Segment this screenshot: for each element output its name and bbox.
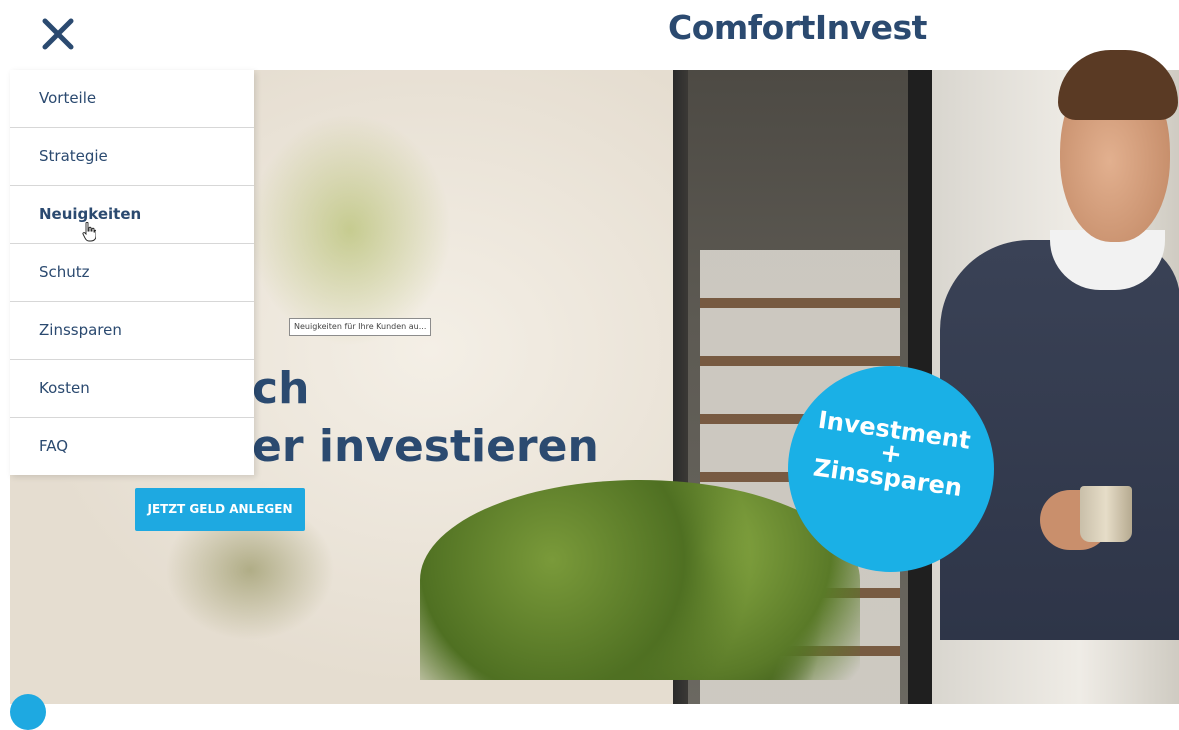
close-icon — [42, 18, 74, 50]
brand-logo[interactable]: ComfortInvest — [668, 8, 927, 47]
nav-item-kosten[interactable]: Kosten — [10, 360, 254, 418]
nav-item-zinssparen[interactable]: Zinssparen — [10, 302, 254, 360]
coffee-mug — [1080, 486, 1132, 542]
badge-text: Investment + Zinssparen — [784, 402, 999, 506]
hero-plant — [420, 480, 860, 680]
close-menu-button[interactable] — [40, 16, 76, 52]
nav-tooltip: Neuigkeiten für Ihre Kunden au... — [289, 318, 432, 336]
nav-dropdown-menu: Vorteile Strategie Neuigkeiten Schutz Zi… — [10, 70, 254, 475]
nav-item-schutz[interactable]: Schutz — [10, 244, 254, 302]
nav-item-faq[interactable]: FAQ — [10, 418, 254, 475]
investment-badge: Investment + Zinssparen — [788, 366, 994, 572]
invest-now-button[interactable]: JETZT GELD ANLEGEN — [135, 488, 305, 531]
top-bar: ComfortInvest — [0, 0, 1179, 70]
nav-item-vorteile[interactable]: Vorteile — [10, 70, 254, 128]
hand-pointer-icon — [82, 222, 96, 242]
nav-item-neuigkeiten[interactable]: Neuigkeiten — [10, 186, 254, 244]
chat-bubble-button[interactable] — [10, 694, 46, 730]
nav-item-strategie[interactable]: Strategie — [10, 128, 254, 186]
